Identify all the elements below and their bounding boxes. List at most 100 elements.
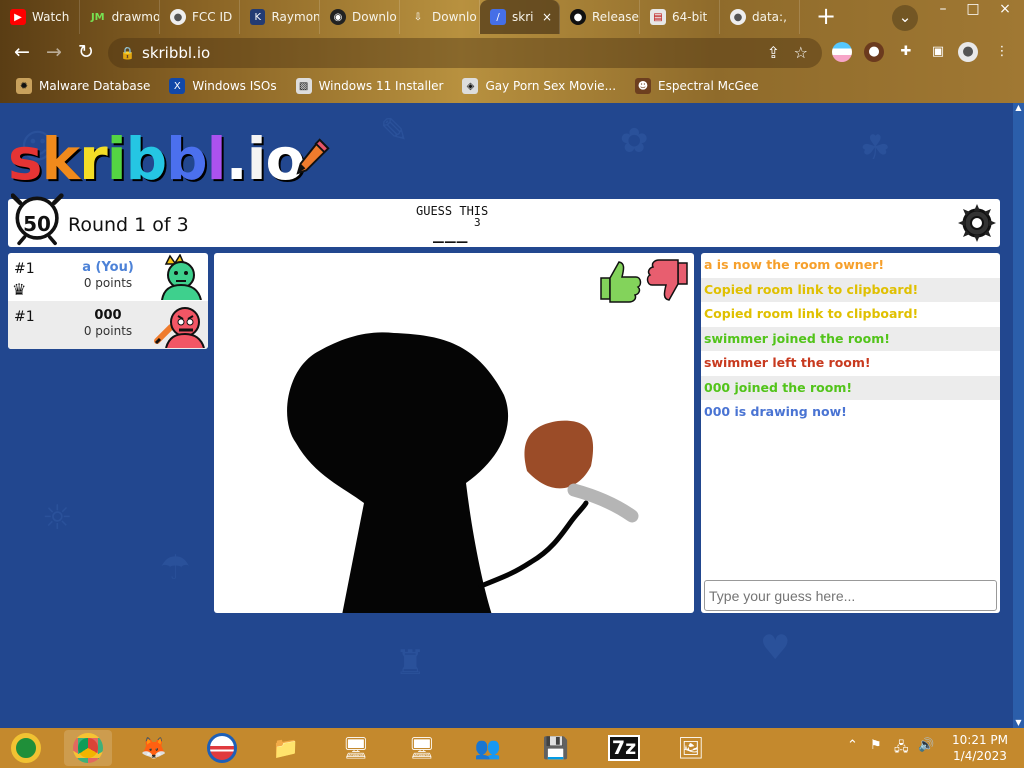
7zip-icon[interactable]: 7z [600,730,648,766]
network-setup-icon[interactable]: 🖥 [398,730,446,766]
tab-skribbl[interactable]: / skri × [480,0,560,34]
lock-icon: 🔒 [120,46,135,60]
bookmark-label: Gay Porn Sex Movie... [485,79,617,93]
url-text: skribbl.io [142,44,211,62]
timer-value: 50 [23,212,51,236]
share-icon[interactable]: ⇪ [767,38,780,68]
gear-icon[interactable] [956,202,998,244]
system-clock[interactable]: 10:21 PM 1/4/2023 [952,732,1008,764]
new-tab-button[interactable]: + [812,4,840,30]
bookmark-malware-database[interactable]: ✹ Malware Database [16,78,150,94]
bookmark-gay-porn[interactable]: ◈ Gay Porn Sex Movie... [462,78,616,94]
flag-icon[interactable] [832,42,852,62]
image-icon: ▧ [295,78,312,94]
tab-label: 64-bit [672,10,708,24]
reload-button[interactable]: ↻ [73,40,99,66]
menu-icon[interactable]: ⋮ [992,42,1012,62]
tab-label: Watch [32,10,70,24]
account-icon[interactable]: ● [958,42,978,62]
chat-message: swimmer joined the room! [701,326,1000,351]
game-header: 50 Round 1 of 3 GUESS THIS 3 ___ [8,193,1000,247]
player-points: 0 points [83,324,133,338]
word-blanks: ___ [433,223,469,244]
bookmark-windows-isos[interactable]: X Windows ISOs [169,78,277,94]
bookmark-label: Windows 11 Installer [318,79,444,93]
document-icon: ▤ [650,9,666,25]
tab-fcc-id[interactable]: ● FCC ID [160,0,240,34]
globe-icon: ● [170,9,186,25]
tab-raymon[interactable]: K Raymon [240,0,320,34]
minimize-button[interactable]: – [928,0,958,18]
tab-64-bit[interactable]: ▤ 64-bit [640,0,720,34]
forward-button[interactable]: → [41,40,67,66]
player-name: a (You) [82,260,134,275]
page-scrollbar[interactable]: ▲ ▼ [1013,103,1024,728]
download-arrow-icon: ⇩ [413,11,423,23]
word-length: 3 [474,216,481,229]
tab-download-1[interactable]: ◉ Downlo [320,0,400,34]
chat-message: swimmer left the room! [704,355,871,370]
drawmo-icon: JM [90,11,105,23]
navigation-bar: ← → ↻ 🔒 skribbl.io ⇪ ☆ ● ✚ ▣ ● ⋮ [0,34,1024,71]
tab-label: FCC ID [192,10,233,24]
player-row[interactable]: #1 ♛ a (You) 0 points [8,253,208,301]
tab-label: skri [512,10,534,24]
virus-icon: ✹ [16,78,32,94]
network-icon[interactable]: 🖧 [894,738,909,760]
background-doodle-icon: ✿ [620,121,649,161]
thumbs-down-icon[interactable] [644,257,692,305]
scroll-up-icon[interactable]: ▲ [1013,103,1024,113]
background-doodle-icon: ✎ [380,111,409,151]
black-drawing-shape [287,332,508,613]
image-viewer-icon[interactable]: 🖼 [667,730,715,766]
restore-button[interactable]: □ [958,0,988,18]
background-doodle-icon: ☼ [42,498,73,538]
profile-extension-icon[interactable]: ● [864,42,884,62]
network-users-icon[interactable]: 👥 [464,730,512,766]
tab-label: data:, [752,10,787,24]
sidebar-icon[interactable]: ▣ [928,42,948,62]
drawing-canvas[interactable] [214,253,694,613]
close-window-button[interactable]: × [990,0,1020,18]
background-doodle-icon: ♥ [760,628,791,668]
tab-download-2[interactable]: ⇩ Downlo [400,0,480,34]
bookmark-espectral-mcgee[interactable]: ☻ Espectral McGee [635,78,759,94]
chat-message: Copied room link to clipboard! [704,306,919,321]
pencil-icon [296,138,330,175]
tab-label: drawmo [111,10,159,24]
action-center-flag-icon[interactable]: ⚑ [870,738,882,753]
tab-drawmo[interactable]: JM drawmo [80,0,160,34]
star-icon[interactable]: ☆ [794,38,808,68]
tab-release[interactable]: ● Release [560,0,640,34]
round-indicator: Round 1 of 3 [68,214,189,236]
close-tab-icon[interactable]: × [542,10,552,24]
chrome-icon[interactable] [64,730,112,766]
address-bar[interactable]: 🔒 skribbl.io ⇪ ☆ [108,38,822,68]
disk-cleanup-icon[interactable]: 💾 [532,730,580,766]
clock-date: 1/4/2023 [953,749,1007,763]
puzzle-icon[interactable]: ✚ [896,42,916,62]
github-icon: ● [570,9,586,25]
volume-icon[interactable]: 🔊 [918,738,934,753]
browser-frame: ▶ Watch JM drawmo ● FCC ID K Raymon ◉ Downlo … [0,0,1024,103]
thumbs-up-icon[interactable] [596,257,644,305]
obama-logo-icon[interactable] [198,730,246,766]
network-setup-icon[interactable]: 🖥 [332,730,380,766]
windows-media-center-icon[interactable] [2,730,50,766]
player-rank: #1 [14,261,35,277]
file-explorer-icon[interactable]: 📁 [262,730,310,766]
player-rank: #1 [14,309,35,325]
chat-message: Copied room link to clipboard! [701,277,1000,302]
tab-watch[interactable]: ▶ Watch [0,0,80,34]
gray-stick-shape [567,483,639,523]
tab-search-button[interactable]: ⌄ [892,5,918,31]
firefox-icon[interactable]: 🦊 [130,730,178,766]
bookmark-windows-11-installer[interactable]: ▧ Windows 11 Installer [295,78,444,94]
player-row[interactable]: #1 000 0 points [8,301,208,349]
scroll-down-icon[interactable]: ▼ [1013,718,1024,728]
back-button[interactable]: ← [9,40,35,66]
show-hidden-icons-icon[interactable]: ⌃ [847,738,858,753]
guess-input[interactable] [704,580,997,611]
tab-data[interactable]: ● data:, [720,0,800,34]
tab-label: Release [592,10,639,24]
